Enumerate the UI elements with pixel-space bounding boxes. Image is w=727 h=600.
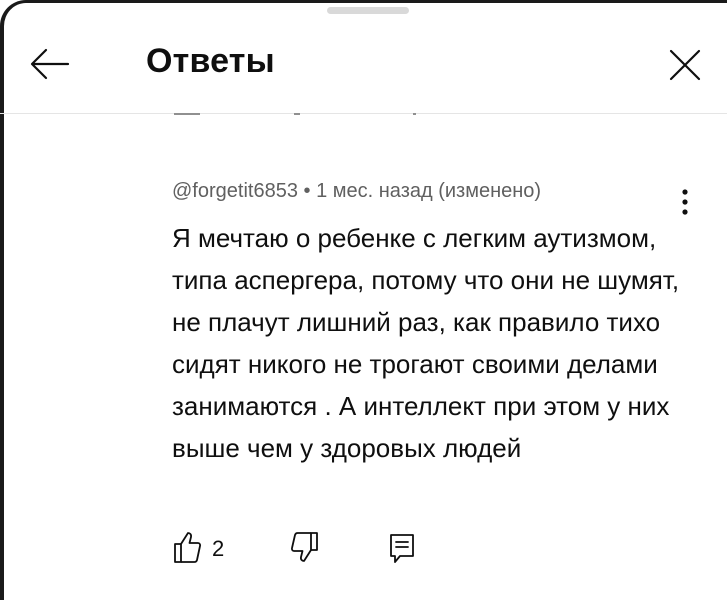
clipped-previous-content: [294, 113, 300, 115]
meta-separator: •: [303, 180, 311, 202]
clipped-previous-content: [413, 113, 416, 115]
close-icon: [669, 49, 701, 81]
comment-text: Я мечтаю о ребенке с легким аутизмом, ти…: [172, 223, 680, 463]
reply-button[interactable]: [388, 532, 416, 564]
page-title: Ответы: [146, 42, 275, 80]
more-vert-icon: [682, 189, 688, 215]
comment-meta: @forgetit6853 • 1 мес. назад (изменено): [172, 180, 541, 203]
replies-header: Ответы: [0, 0, 727, 114]
comment-menu-button[interactable]: [672, 186, 698, 218]
thumb-down-icon: [290, 532, 318, 562]
back-button[interactable]: [28, 44, 72, 84]
like-button[interactable]: [172, 530, 202, 564]
like-count: 2: [212, 536, 225, 561]
thumb-up-icon: [174, 532, 202, 563]
dislike-button[interactable]: [288, 530, 320, 564]
comment-time: 1 мес. назад (изменено): [316, 180, 542, 202]
arrow-left-icon: [30, 48, 70, 80]
close-button[interactable]: [664, 44, 706, 86]
clipped-previous-content: [174, 113, 200, 115]
reply-comment-icon: [390, 534, 414, 563]
comment-author[interactable]: @forgetit6853: [172, 180, 298, 202]
